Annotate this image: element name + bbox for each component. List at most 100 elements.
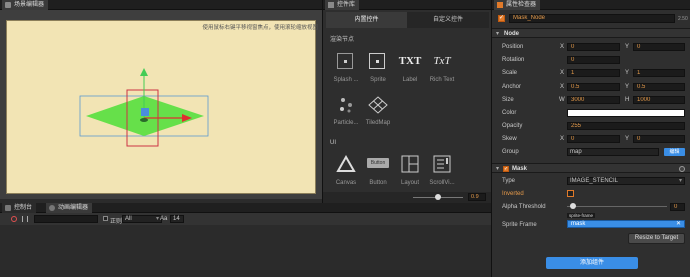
font-size-label: Aa (160, 216, 168, 222)
widget-rich-text[interactable]: TxT Rich Text (427, 50, 457, 86)
node-active-checkbox[interactable]: ✓ (498, 15, 505, 22)
center-handle (141, 108, 149, 116)
add-component-button[interactable]: 添加组件 (546, 257, 638, 269)
inverted-checkbox[interactable] (567, 190, 574, 197)
scale-label: Scale (502, 70, 518, 76)
widget-rich-text-label: Rich Text (429, 77, 455, 83)
clear-icon[interactable] (11, 216, 17, 222)
widget-sprite-label: Sprite (370, 77, 386, 83)
mask-section-title: Mask (512, 166, 528, 172)
sprite-frame-value: mask (571, 221, 586, 227)
inverted-label: Inverted (502, 191, 524, 197)
sprite-frame-field[interactable]: mask ✕ (567, 220, 685, 228)
zoom-slider-handle[interactable] (435, 194, 441, 200)
size-h-input[interactable]: 1000 (633, 96, 685, 104)
sprite-frame-label: Sprite Frame (502, 222, 537, 228)
rich-text-icon: TxT (433, 55, 451, 67)
inspector-panel: 属性检查器 ✓ Mask_Node 2.50 ▾ Node Position X… (491, 0, 690, 277)
layout-icon (401, 155, 419, 173)
zoom-value[interactable]: 0.9 (468, 193, 486, 201)
rotation-input[interactable]: 0 (567, 56, 620, 64)
mask-type-value: IMAGE_STENCIL (570, 178, 619, 184)
alpha-threshold-input[interactable]: 0 (670, 203, 685, 211)
opacity-label: Opacity (502, 123, 523, 129)
scale-x-axis: X (560, 70, 565, 76)
widget-label-label: Label (402, 77, 418, 83)
skew-y-input[interactable]: 0 (633, 135, 685, 143)
widget-sprite[interactable]: Sprite (363, 50, 393, 86)
anchor-x-input[interactable]: 0.5 (567, 83, 620, 91)
font-size-value: 14 (173, 216, 180, 222)
tab-animation-editor[interactable]: 动画编辑器 (46, 203, 93, 213)
position-y-input[interactable]: 0 (633, 43, 685, 51)
tab-console-label: 控制台 (14, 205, 33, 211)
widget-particle[interactable]: Particle... (331, 93, 361, 129)
font-size-select[interactable]: 14 (170, 215, 184, 223)
mask-type-label: Type (502, 178, 516, 184)
splash-icon (337, 53, 353, 69)
tab-scene-editor[interactable]: 场景编辑器 (2, 0, 49, 10)
widget-tiledmap[interactable]: TiledMap (363, 93, 393, 129)
widget-scrollview[interactable]: ScrollVi... (427, 153, 457, 189)
tab-console[interactable]: 控制台 (2, 203, 37, 213)
anchor-y-axis: Y (625, 84, 630, 90)
node-section-title: Node (504, 31, 519, 37)
group-select[interactable]: map (567, 148, 659, 156)
mask-enabled-checkbox[interactable]: ✓ (503, 166, 509, 172)
size-w-input[interactable]: 3000 (567, 96, 620, 104)
opacity-input[interactable]: 255 (567, 122, 685, 130)
subtab-builtin-label: 内置控件 (354, 17, 379, 23)
scene-viewport[interactable]: 使用鼠标右键平移视窗焦点，使用滚轮缩放视图 (0, 10, 322, 199)
group-value: map (570, 149, 582, 155)
scale-x-input[interactable]: 1 (567, 69, 620, 77)
close-icon[interactable]: ✕ (676, 221, 681, 227)
skew-x-input[interactable]: 0 (567, 135, 620, 143)
section-render-nodes: 渲染节点 (330, 37, 355, 43)
widget-canvas[interactable]: Canvas (331, 153, 361, 189)
node-name-input[interactable]: Mask_Node (509, 14, 675, 23)
scale-y-input[interactable]: 1 (633, 69, 685, 77)
alpha-slider-track[interactable] (567, 206, 667, 207)
position-y-axis: Y (625, 44, 630, 50)
widget-splash[interactable]: Splash ... (331, 50, 361, 86)
canvas-icon (336, 155, 356, 172)
tiledmap-icon (368, 96, 388, 114)
widget-button[interactable]: Button Button (363, 153, 393, 189)
tab-inspector[interactable]: 属性检查器 (494, 0, 541, 10)
color-swatch[interactable] (567, 109, 685, 117)
anchor-y-input[interactable]: 0.5 (633, 83, 685, 91)
mask-section-header[interactable]: ▾ ✓ Mask (492, 163, 690, 173)
widget-label[interactable]: TXT Label (395, 50, 425, 86)
chevron-down-icon: ▾ (678, 178, 682, 184)
tab-widget-library[interactable]: 控件库 (325, 0, 360, 10)
size-h-axis: H (625, 97, 630, 103)
skew-x-axis: X (560, 136, 565, 142)
widget-layout[interactable]: Layout (395, 153, 425, 189)
chevron-down-icon: ▾ (155, 216, 159, 222)
position-x-input[interactable]: 0 (567, 43, 620, 51)
widget-canvas-label: Canvas (335, 180, 357, 186)
collapse-icon[interactable] (22, 216, 28, 222)
button-icon: Button (367, 158, 389, 168)
widget-splash-label: Splash ... (333, 77, 359, 83)
size-w-axis: W (559, 97, 565, 103)
regex-checkbox[interactable] (103, 216, 108, 221)
scale-y-axis: Y (625, 70, 630, 76)
console-icon (5, 205, 11, 211)
mask-type-select[interactable]: IMAGE_STENCIL ▾ (567, 177, 685, 185)
library-subtab-custom[interactable]: 自定义控件 (407, 12, 489, 28)
node-section-header[interactable]: ▾ Node (492, 28, 690, 38)
alpha-slider-handle[interactable] (570, 203, 576, 209)
widget-particle-label: Particle... (333, 120, 359, 126)
animation-icon (49, 205, 55, 211)
filter-input[interactable] (34, 215, 98, 223)
group-edit-button[interactable]: 编辑 (664, 148, 685, 156)
library-subtab-builtin[interactable]: 内置控件 (326, 12, 407, 28)
widget-tiledmap-label: TiledMap (365, 120, 391, 126)
mask-gear-icon[interactable] (679, 166, 685, 172)
rotation-label: Rotation (502, 57, 525, 63)
level-value: All (125, 216, 132, 222)
resize-to-target-button[interactable]: Resize to Target (628, 233, 685, 244)
label-icon: TXT (398, 55, 422, 67)
level-select[interactable]: All ▾ (122, 215, 162, 223)
